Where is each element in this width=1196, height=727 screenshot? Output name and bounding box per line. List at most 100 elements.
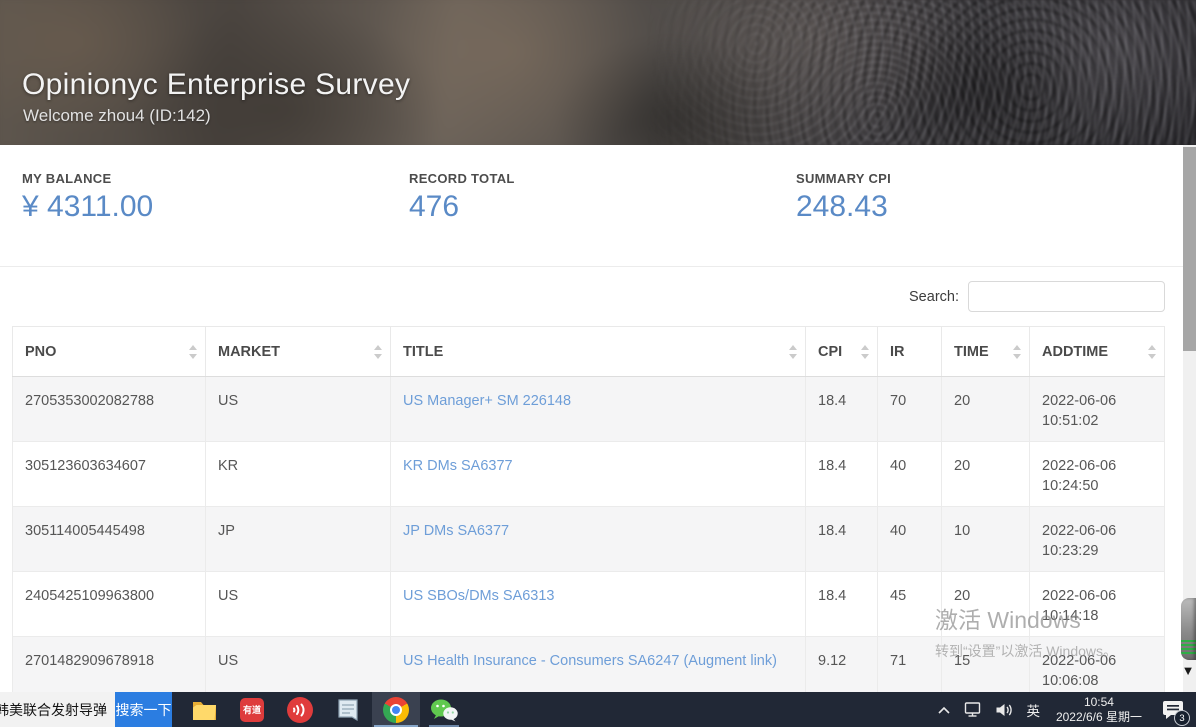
column-header-addtime[interactable]: ADDTIME: [1030, 327, 1165, 377]
column-label: MARKET: [218, 344, 280, 360]
column-label: CPI: [818, 344, 842, 360]
survey-title-link[interactable]: US Health Insurance - Consumers SA6247 (…: [403, 653, 777, 669]
cell-title: US Manager+ SM 226148: [391, 377, 806, 442]
table-body: 2705353002082788USUS Manager+ SM 2261481…: [13, 377, 1165, 702]
wechat-bubbles: [430, 698, 458, 722]
stat-record-total: RECORD TOTAL 476: [387, 171, 774, 224]
sort-both-icon[interactable]: [1013, 345, 1022, 359]
addtime-line: 2022-06-06: [1042, 391, 1154, 411]
addtime-line: 2022-06-06: [1042, 651, 1154, 671]
cell-pno: 305114005445498: [13, 507, 206, 572]
addtime-line: 10:51:02: [1042, 411, 1154, 431]
search-input[interactable]: [968, 281, 1165, 312]
notepad-icon[interactable]: [324, 692, 372, 727]
stat-label: SUMMARY CPI: [796, 171, 1161, 186]
taskbar-app-icons: 有道: [180, 692, 468, 727]
column-header-cpi[interactable]: CPI: [806, 327, 878, 377]
page-title: Opinionyc Enterprise Survey: [22, 68, 410, 102]
folder-icon: [192, 699, 217, 721]
sort-both-icon[interactable]: [189, 345, 198, 359]
taskbar-search-button[interactable]: 搜索一下: [115, 692, 172, 727]
column-header-ir: IR: [878, 327, 942, 377]
cell-title: JP DMs SA6377: [391, 507, 806, 572]
table-row: 305123603634607KRKR DMs SA637718.4402020…: [13, 442, 1165, 507]
column-label: PNO: [25, 344, 56, 360]
welcome-text: Welcome zhou4 (ID:142): [23, 106, 211, 126]
column-label: ADDTIME: [1042, 344, 1108, 360]
column-header-title[interactable]: TITLE: [391, 327, 806, 377]
download-widget-pill[interactable]: [1181, 598, 1196, 660]
notepad-paper-icon: [337, 698, 359, 722]
scrollbar-thumb[interactable]: [1183, 147, 1196, 351]
stat-value: 248.43: [796, 190, 1161, 224]
floating-download-widget[interactable]: ▼: [1180, 598, 1196, 676]
taskbar-search-text: 韩美联合发射导弹: [0, 700, 107, 720]
notification-count-badge: 3: [1174, 710, 1190, 726]
addtime-line: 2022-06-06: [1042, 456, 1154, 476]
cell-title: KR DMs SA6377: [391, 442, 806, 507]
table-row: 2405425109963800USUS SBOs/DMs SA631318.4…: [13, 572, 1165, 637]
network-icon[interactable]: [957, 692, 989, 727]
hero-banner: Opinionyc Enterprise Survey Welcome zhou…: [0, 0, 1196, 145]
table-row: 2705353002082788USUS Manager+ SM 2261481…: [13, 377, 1165, 442]
action-center-icon[interactable]: 3: [1152, 692, 1194, 727]
addtime-line: 10:24:50: [1042, 476, 1154, 496]
cell-ir: 45: [878, 572, 942, 637]
speaker-icon[interactable]: [989, 692, 1020, 727]
system-tray: 英 10:54 2022/6/6 星期一 3: [931, 692, 1196, 727]
wechat-icon[interactable]: [420, 692, 468, 727]
sort-both-icon[interactable]: [1148, 345, 1157, 359]
survey-page: Opinionyc Enterprise Survey Welcome zhou…: [0, 0, 1196, 702]
survey-title-link[interactable]: US Manager+ SM 226148: [403, 393, 571, 409]
cell-market: JP: [206, 507, 391, 572]
file-explorer-icon[interactable]: [180, 692, 228, 727]
cell-title: US SBOs/DMs SA6313: [391, 572, 806, 637]
cell-time: 20: [942, 377, 1030, 442]
cell-market: US: [206, 377, 391, 442]
cell-pno: 2405425109963800: [13, 572, 206, 637]
column-header-time[interactable]: TIME: [942, 327, 1030, 377]
column-header-pno[interactable]: PNO: [13, 327, 206, 377]
youdao-glyph: 有道: [240, 698, 264, 722]
cell-pno: 305123603634607: [13, 442, 206, 507]
cell-cpi: 18.4: [806, 507, 878, 572]
chrome-icon[interactable]: [372, 692, 420, 727]
download-arrow-icon[interactable]: ▼: [1180, 666, 1196, 676]
clock-time: 10:54: [1056, 695, 1142, 710]
stat-value: ¥ 4311.00: [22, 190, 387, 224]
cell-ir: 70: [878, 377, 942, 442]
table-row: 305114005445498JPJP DMs SA637718.4401020…: [13, 507, 1165, 572]
cell-time: 20: [942, 442, 1030, 507]
addtime-line: 2022-06-06: [1042, 586, 1154, 606]
stat-summary-cpi: SUMMARY CPI 248.43: [774, 171, 1161, 224]
survey-title-link[interactable]: KR DMs SA6377: [403, 458, 513, 474]
cell-time: 20: [942, 572, 1030, 637]
cell-cpi: 18.4: [806, 442, 878, 507]
addtime-line: 2022-06-06: [1042, 521, 1154, 541]
chrome-logo: [383, 697, 409, 723]
input-language-indicator[interactable]: 英: [1020, 692, 1046, 727]
column-header-market[interactable]: MARKET: [206, 327, 391, 377]
addtime-line: 10:23:29: [1042, 541, 1154, 561]
tray-chevron-up-icon[interactable]: [931, 692, 957, 727]
cell-addtime: 2022-06-0610:51:02: [1030, 377, 1165, 442]
survey-title-link[interactable]: JP DMs SA6377: [403, 523, 509, 539]
cell-cpi: 18.4: [806, 572, 878, 637]
survey-title-link[interactable]: US SBOs/DMs SA6313: [403, 588, 555, 604]
hero-rock-texture: [646, 0, 1196, 145]
taskbar-clock[interactable]: 10:54 2022/6/6 星期一: [1046, 695, 1152, 725]
cell-ir: 40: [878, 442, 942, 507]
addtime-line: 10:14:18: [1042, 606, 1154, 626]
sort-both-icon[interactable]: [374, 345, 383, 359]
youdao-dict-icon[interactable]: 有道: [228, 692, 276, 727]
audio-wave-icon: [287, 697, 313, 723]
clock-date: 2022/6/6 星期一: [1056, 710, 1142, 725]
column-label: IR: [890, 344, 905, 360]
stat-label: RECORD TOTAL: [409, 171, 774, 186]
sort-both-icon[interactable]: [789, 345, 798, 359]
search-label: Search:: [909, 289, 959, 305]
sort-both-icon[interactable]: [861, 345, 870, 359]
red-audio-app-icon[interactable]: [276, 692, 324, 727]
taskbar-search-box[interactable]: 韩美联合发射导弹: [0, 692, 115, 727]
cell-cpi: 18.4: [806, 377, 878, 442]
